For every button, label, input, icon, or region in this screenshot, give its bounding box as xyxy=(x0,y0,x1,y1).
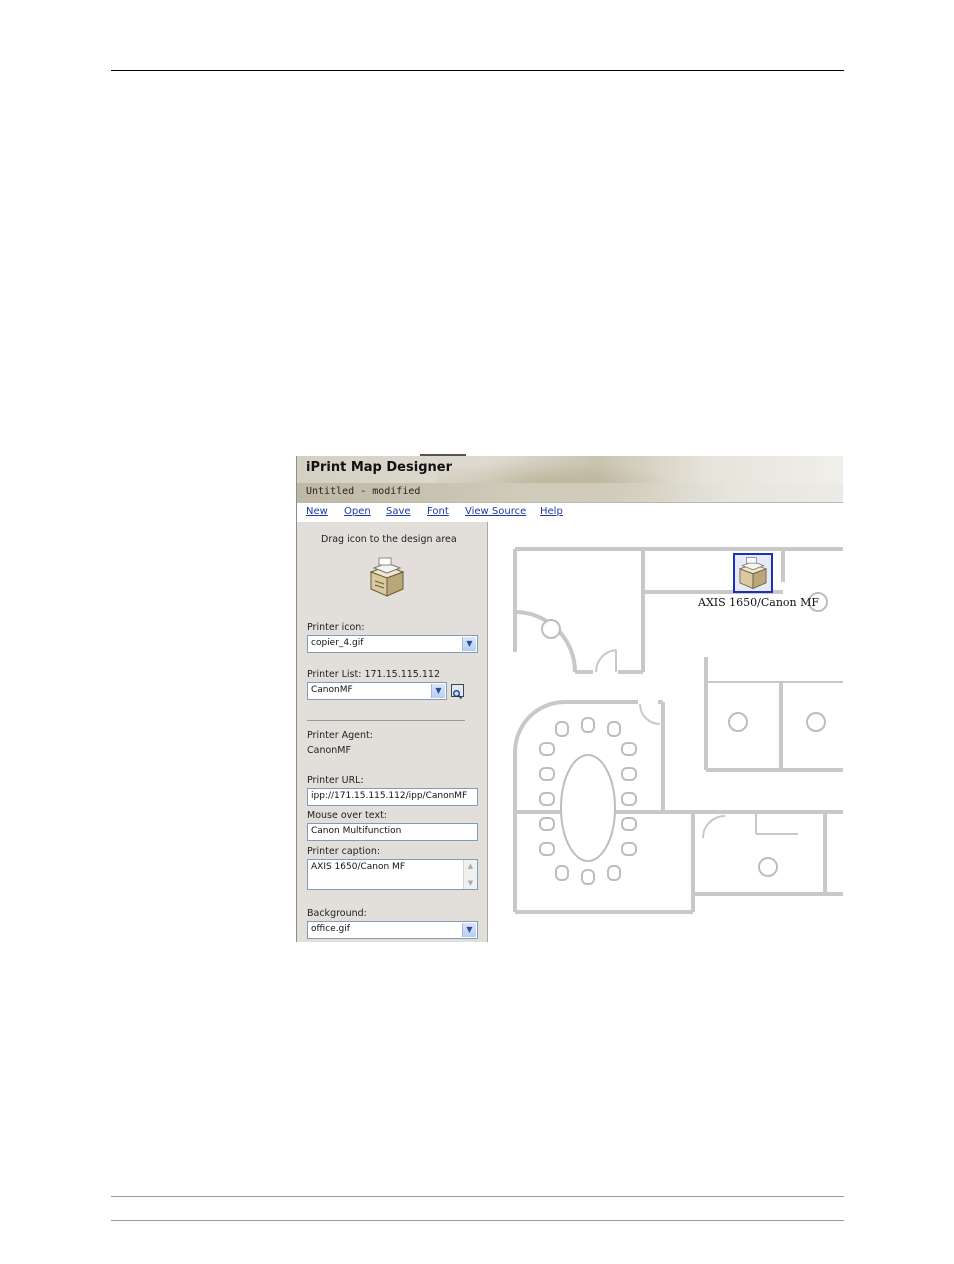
menu-bar: New Open Save Font View Source Help xyxy=(297,502,843,523)
menu-view-source[interactable]: View Source xyxy=(465,506,526,517)
search-icon xyxy=(453,690,463,700)
panel-divider xyxy=(307,720,465,721)
printer-url-input[interactable]: ipp://171.15.115.112/ipp/CanonMF xyxy=(307,788,478,806)
background-select[interactable]: office.gif ▼ xyxy=(307,921,478,939)
printer-caption-textarea[interactable]: AXIS 1650/Canon MF ▲ ▼ xyxy=(307,859,478,890)
printer-caption-label: Printer caption: xyxy=(307,846,381,857)
background-label: Background: xyxy=(307,908,367,919)
title-banner: iPrint Map Designer Untitled - modified xyxy=(297,456,843,502)
menu-new[interactable]: New xyxy=(306,506,328,517)
page-footer-rule xyxy=(111,1196,844,1197)
menu-help[interactable]: Help xyxy=(540,506,563,517)
chevron-down-icon[interactable]: ▼ xyxy=(431,684,445,698)
app-title: iPrint Map Designer xyxy=(306,460,452,475)
printer-list-select[interactable]: CanonMF ▼ xyxy=(307,682,447,700)
printer-map-caption: AXIS 1650/Canon MF xyxy=(698,596,820,609)
printer-url-label: Printer URL: xyxy=(307,775,364,786)
menu-save[interactable]: Save xyxy=(386,506,411,517)
printer-icon-label: Printer icon: xyxy=(307,622,365,633)
printer-search-button[interactable] xyxy=(451,684,464,700)
printer-agent-value: CanonMF xyxy=(307,745,351,756)
mouse-over-label: Mouse over text: xyxy=(307,810,387,821)
page-footer-rule-2 xyxy=(111,1220,844,1221)
page-header-rule xyxy=(111,70,844,71)
scroll-up-icon[interactable]: ▲ xyxy=(465,861,476,871)
document-title: Untitled - modified xyxy=(306,486,421,497)
copier-icon[interactable] xyxy=(365,556,409,598)
printer-icon-select[interactable]: copier_4.gif ▼ xyxy=(307,635,478,653)
drag-hint: Drag icon to the design area xyxy=(321,534,457,545)
printer-list-value: CanonMF xyxy=(311,685,353,695)
background-value: office.gif xyxy=(311,924,350,934)
chevron-down-icon[interactable]: ▼ xyxy=(462,637,476,651)
printer-agent-label: Printer Agent: xyxy=(307,730,373,741)
properties-panel: Drag icon to the design area Printer ico… xyxy=(297,522,488,942)
menu-font[interactable]: Font xyxy=(427,506,449,517)
iprint-map-designer-window: iPrint Map Designer Untitled - modified … xyxy=(296,456,843,942)
printer-list-label: Printer List: 171.15.115.112 xyxy=(307,669,440,680)
office-floorplan xyxy=(513,547,843,914)
placed-printer[interactable] xyxy=(733,553,773,593)
chevron-down-icon[interactable]: ▼ xyxy=(462,923,476,937)
design-area[interactable] xyxy=(488,522,843,942)
scroll-down-icon[interactable]: ▼ xyxy=(465,878,476,888)
document-title-bar: Untitled - modified xyxy=(297,483,843,502)
printer-caption-value: AXIS 1650/Canon MF xyxy=(311,862,406,872)
printer-icon-value: copier_4.gif xyxy=(311,638,364,648)
caption-scrollbar[interactable]: ▲ ▼ xyxy=(463,860,477,889)
mouse-over-value: Canon Multifunction xyxy=(311,826,402,836)
menu-open[interactable]: Open xyxy=(344,506,371,517)
printer-url-value: ipp://171.15.115.112/ipp/CanonMF xyxy=(311,791,468,801)
copier-icon[interactable] xyxy=(735,555,771,591)
mouse-over-input[interactable]: Canon Multifunction xyxy=(307,823,478,841)
